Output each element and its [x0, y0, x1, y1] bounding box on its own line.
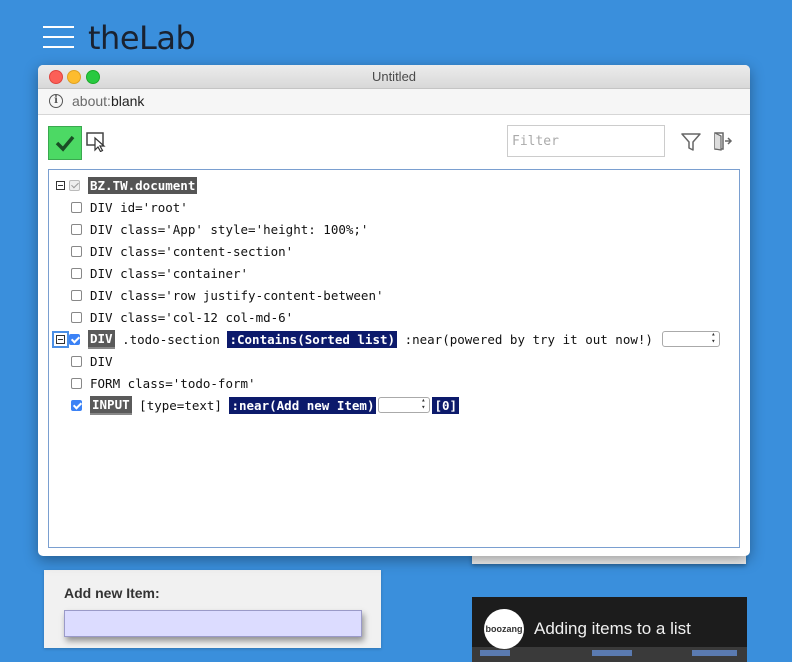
tree-checkbox[interactable]	[71, 201, 82, 213]
root-node-label: BZ.TW.document	[88, 176, 198, 194]
tree-row-label: DIV class='content-section'	[90, 243, 294, 259]
info-icon[interactable]: i	[49, 94, 63, 108]
collapse-toggle-icon[interactable]	[52, 330, 69, 348]
tree-checkbox[interactable]	[69, 179, 80, 191]
title-bar[interactable]: Untitled	[38, 65, 750, 89]
menu-icon[interactable]	[43, 26, 74, 48]
tree-checkbox[interactable]	[71, 377, 82, 389]
tree-row-label: DIV class='row justify-content-between'	[90, 287, 384, 303]
url-path: blank	[110, 93, 145, 109]
tree-row-label: DIV class='col-12 col-md-6'	[90, 309, 294, 325]
element-picker-icon[interactable]	[86, 132, 108, 152]
near-select[interactable]	[378, 397, 431, 413]
near-selector[interactable]: :near(Add new Item)	[229, 396, 377, 414]
app-title: theLab	[88, 19, 196, 57]
url-text: about:blank	[72, 93, 144, 109]
tree-row-selected[interactable]: DIV .todo-section :Contains(Sorted list)…	[52, 329, 722, 349]
filter-input[interactable]	[507, 125, 665, 157]
dom-tree[interactable]: BZ.TW.document DIV id='root' DIV class='…	[48, 169, 740, 548]
tree-row[interactable]: DIV class='App' style='height: 100%;'	[71, 219, 368, 239]
node-tag: INPUT	[90, 395, 132, 415]
tree-row[interactable]: FORM class='todo-form'	[71, 373, 256, 393]
checkmark-icon	[55, 135, 75, 152]
node-attr: [type=text]	[131, 397, 230, 413]
tree-row-label: DIV class='App' style='height: 100%;'	[90, 221, 369, 237]
tree-row-label: DIV class='container'	[90, 265, 249, 281]
address-bar[interactable]: i about:blank	[38, 89, 750, 115]
node-tag: DIV	[88, 329, 115, 349]
tree-checkbox[interactable]	[71, 267, 82, 279]
video-thumbnail[interactable]: boozang Adding items to a list	[472, 597, 747, 662]
filter-funnel-icon[interactable]	[681, 132, 701, 152]
tree-row[interactable]: DIV	[71, 351, 113, 371]
tree-row[interactable]: DIV id='root'	[71, 197, 188, 217]
tree-checkbox[interactable]	[71, 245, 82, 257]
near-selector[interactable]: :near(powered by try it out now!)	[397, 332, 660, 347]
node-class: .todo-section	[114, 331, 228, 347]
tree-checkbox[interactable]	[71, 311, 82, 323]
tree-row-label: FORM class='todo-form'	[90, 375, 256, 391]
tree-row-label: DIV	[90, 353, 113, 369]
tree-row-label: DIV id='root'	[90, 199, 188, 215]
tree-row-input[interactable]: INPUT [type=text] :near(Add new Item) [0]	[71, 395, 460, 415]
tree-checkbox[interactable]	[71, 289, 82, 301]
add-item-input[interactable]	[64, 610, 362, 637]
boozang-logo: boozang	[484, 609, 524, 649]
browser-window: Untitled i about:blank BZ.TW.document DI…	[38, 65, 750, 556]
window-title: Untitled	[371, 69, 417, 84]
tree-checkbox[interactable]	[71, 355, 82, 367]
tree-row[interactable]: DIV class='content-section'	[71, 241, 293, 261]
tree-checkbox[interactable]	[69, 333, 80, 345]
tree-checkbox[interactable]	[71, 223, 82, 235]
collapse-toggle-icon[interactable]	[56, 180, 65, 190]
tree-row[interactable]: DIV class='container'	[71, 263, 248, 283]
url-scheme: about:	[72, 93, 111, 109]
exit-icon[interactable]	[713, 131, 733, 151]
video-preview-strip	[472, 647, 747, 662]
tree-row[interactable]: DIV class='row justify-content-between'	[71, 285, 384, 305]
add-item-card: Add new Item:	[44, 570, 381, 648]
add-item-label: Add new Item:	[64, 585, 160, 601]
tree-row[interactable]: DIV class='col-12 col-md-6'	[71, 307, 293, 327]
index-selector[interactable]: [0]	[432, 396, 460, 414]
confirm-button[interactable]	[48, 126, 82, 160]
near-select[interactable]	[662, 331, 721, 347]
video-title: Adding items to a list	[534, 619, 691, 638]
tree-checkbox[interactable]	[71, 399, 82, 411]
tree-root-row[interactable]: BZ.TW.document	[56, 175, 198, 195]
contains-selector[interactable]: :Contains(Sorted list)	[227, 330, 398, 348]
